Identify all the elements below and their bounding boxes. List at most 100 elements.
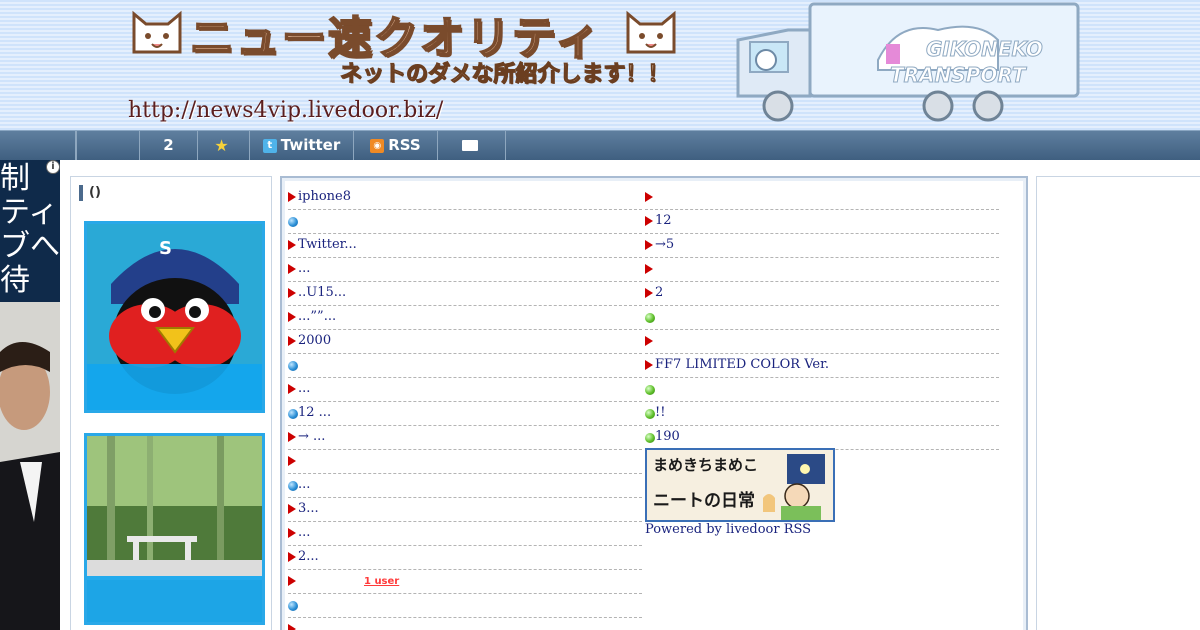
list-item[interactable]: iphone8 xyxy=(288,186,642,210)
list-item[interactable] xyxy=(645,330,999,354)
manga-banner-title: まめきちまめこ xyxy=(653,456,759,474)
arrow-bullet-icon xyxy=(288,504,296,514)
blue-ball-icon xyxy=(288,601,298,611)
powered-by-link[interactable]: Powered by livedoor RSS xyxy=(645,522,811,537)
list-item-title[interactable]: →5 xyxy=(655,237,674,252)
nav-item-twitter[interactable]: t Twitter xyxy=(250,131,354,160)
list-item[interactable]: 2000 xyxy=(288,330,642,354)
list-item[interactable] xyxy=(288,618,642,630)
ad-text-line: 待 xyxy=(0,263,30,298)
list-item-title[interactable]: → ... xyxy=(298,429,325,444)
list-item-title[interactable]: 2 xyxy=(655,285,663,300)
nav-item-favorite[interactable]: ★ xyxy=(198,131,250,160)
list-item[interactable]: Twitter... xyxy=(288,234,642,258)
list-item[interactable]: 190 xyxy=(645,426,999,450)
article-list-left: iphone8 Twitter...... ..U15... ...””... 2000… xyxy=(288,186,642,630)
list-item[interactable] xyxy=(288,450,642,474)
svg-text:S: S xyxy=(159,238,172,259)
list-item[interactable]: FF7 LIMITED COLOR Ver. xyxy=(645,354,999,378)
list-item[interactable]: 2... xyxy=(288,546,642,570)
list-item[interactable]: →5 xyxy=(645,234,999,258)
left-ad-banner[interactable]: 制 ティ ブへ 待 xyxy=(0,160,60,630)
list-item[interactable]: ... xyxy=(288,474,642,498)
nav-item-mail[interactable] xyxy=(438,131,506,160)
arrow-bullet-icon xyxy=(645,264,653,274)
site-subtitle: ネットのダメな所紹介します！！ xyxy=(339,62,670,88)
list-item[interactable] xyxy=(645,186,999,210)
sidebar-thumbnail[interactable]: S xyxy=(84,221,265,413)
arrow-bullet-icon xyxy=(645,240,653,250)
arrow-bullet-icon xyxy=(288,192,296,202)
arrow-bullet-icon xyxy=(645,288,653,298)
list-item-title[interactable]: ...””... xyxy=(298,309,336,324)
list-item-title[interactable]: FF7 LIMITED COLOR Ver. xyxy=(655,357,829,372)
article-list-right: 12 →5 2 FF7 LIMITED COLOR Ver. !! 190 xyxy=(645,186,999,450)
list-item[interactable]: !! xyxy=(645,402,999,426)
list-item-title[interactable]: ..U15... xyxy=(298,285,346,300)
list-item[interactable] xyxy=(288,594,642,618)
green-ball-icon xyxy=(645,433,655,443)
list-item[interactable]: 2 xyxy=(645,282,999,306)
arrow-bullet-icon xyxy=(288,576,296,586)
list-item[interactable]: 12 ... xyxy=(288,402,642,426)
list-item[interactable] xyxy=(645,378,999,402)
nav-item-empty[interactable] xyxy=(76,131,140,160)
list-item-title[interactable]: 12 xyxy=(655,213,672,228)
list-item[interactable]: ... xyxy=(288,378,642,402)
thumbnail-caption-bar xyxy=(87,364,262,410)
list-item[interactable]: 1 user xyxy=(288,570,642,594)
arrow-bullet-icon xyxy=(645,360,653,370)
arrow-bullet-icon xyxy=(645,216,653,226)
list-item[interactable]: 3... xyxy=(288,498,642,522)
arrow-bullet-icon xyxy=(288,240,296,250)
list-item[interactable]: ..U15... xyxy=(288,282,642,306)
ad-info-icon[interactable]: i xyxy=(46,160,60,174)
list-item[interactable] xyxy=(645,258,999,282)
list-item[interactable]: 12 xyxy=(645,210,999,234)
arrow-bullet-icon xyxy=(288,384,296,394)
list-item-title[interactable]: Twitter... xyxy=(298,237,357,252)
list-item[interactable] xyxy=(288,354,642,378)
arrow-bullet-icon xyxy=(645,192,653,202)
nav-item-2[interactable]: 2 xyxy=(140,131,198,160)
list-item-title[interactable]: !! xyxy=(655,405,665,420)
list-item-title[interactable]: 12 ... xyxy=(298,405,331,420)
list-item-title[interactable]: ... xyxy=(298,525,310,540)
list-item-title[interactable]: ... xyxy=(298,477,310,492)
nav-item-home[interactable] xyxy=(0,131,76,160)
list-item[interactable]: ... xyxy=(288,522,642,546)
green-ball-icon xyxy=(645,313,655,323)
arrow-bullet-icon xyxy=(288,336,296,346)
list-item[interactable] xyxy=(288,210,642,234)
nav-item-rss[interactable]: ◉ RSS xyxy=(354,131,438,160)
thumbnail-caption-bar xyxy=(87,576,262,622)
list-item-title[interactable]: 2000 xyxy=(298,333,331,348)
manga-banner[interactable]: まめきちまめこ ニートの日常 xyxy=(645,448,835,522)
bookmark-count-badge[interactable]: 1 user xyxy=(364,571,399,593)
list-item[interactable] xyxy=(645,306,999,330)
list-item[interactable]: → ... xyxy=(288,426,642,450)
sidebar-heading: () xyxy=(79,185,101,201)
list-item-title[interactable]: 3... xyxy=(298,501,319,516)
list-item[interactable]: ...””... xyxy=(288,306,642,330)
site-header[interactable]: ニュー速クオリティ ネットのダメな所紹介します！！ http://news4vi… xyxy=(0,0,1200,130)
list-item-title[interactable]: 2... xyxy=(298,549,319,564)
green-ball-icon xyxy=(645,385,655,395)
arrow-bullet-icon xyxy=(645,336,653,346)
ad-text-line: 制 xyxy=(0,161,30,196)
ad-text-line: ブへ xyxy=(0,229,60,264)
ad-photo xyxy=(0,302,60,630)
list-item-title[interactable]: iphone8 xyxy=(298,189,351,204)
global-nav: 2 ★ t Twitter ◉ RSS xyxy=(0,130,1200,160)
site-url[interactable]: http://news4vip.livedoor.biz/ xyxy=(128,98,443,123)
list-item-title[interactable]: ... xyxy=(298,261,310,276)
truck-illustration: GIKONEKO TRANSPORT xyxy=(736,2,1080,122)
list-item-title[interactable]: 190 xyxy=(655,429,680,444)
blue-ball-icon xyxy=(288,361,298,371)
sidebar-thumbnail[interactable] xyxy=(84,433,265,625)
cat-face-icon xyxy=(626,10,676,54)
twitter-icon: t xyxy=(262,138,277,153)
list-item-title[interactable]: ... xyxy=(298,381,310,396)
arrow-bullet-icon xyxy=(288,528,296,538)
list-item[interactable]: ... xyxy=(288,258,642,282)
